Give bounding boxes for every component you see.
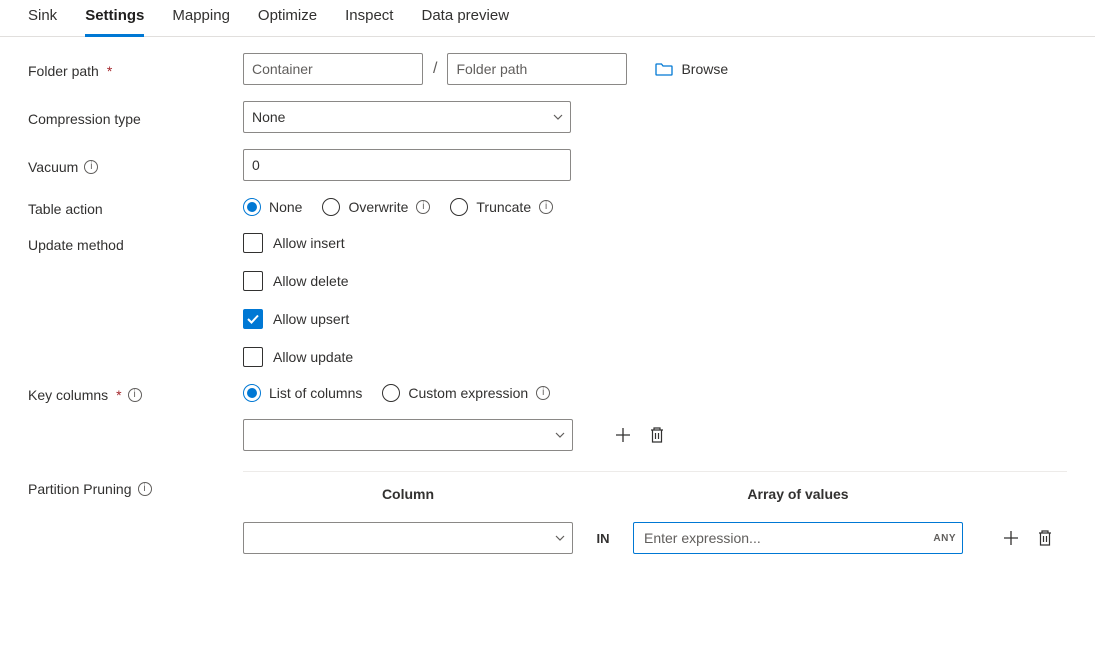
vacuum-input[interactable] [243, 149, 571, 181]
pruning-add-button[interactable] [1001, 528, 1021, 548]
checkbox-allow-update[interactable]: Allow update [243, 347, 353, 367]
pruning-delete-button[interactable] [1035, 528, 1055, 548]
pruning-expression-input[interactable]: Enter expression... ANY [633, 522, 963, 554]
info-icon[interactable]: i [138, 482, 152, 496]
form-area: Folder path* / Browse Compression type N… [0, 37, 1095, 574]
radio-key-columns-list[interactable]: List of columns [243, 384, 362, 402]
label-compression-type: Compression type [28, 107, 243, 127]
tab-settings[interactable]: Settings [85, 7, 144, 37]
tab-data-preview[interactable]: Data preview [421, 7, 509, 37]
radio-table-action-none[interactable]: None [243, 198, 302, 216]
info-icon[interactable]: i [536, 386, 550, 400]
key-columns-add-button[interactable] [613, 425, 633, 445]
checkbox-allow-upsert[interactable]: Allow upsert [243, 309, 353, 329]
compression-type-select[interactable]: None [243, 101, 571, 133]
tab-sink[interactable]: Sink [28, 7, 57, 37]
pruning-in-label: IN [573, 531, 633, 546]
container-input[interactable] [243, 53, 423, 85]
radio-table-action-truncate[interactable]: Truncate i [450, 198, 553, 216]
info-icon[interactable]: i [416, 200, 430, 214]
pruning-column-header: Column [243, 486, 573, 502]
chevron-down-icon [554, 532, 566, 544]
checkbox-allow-insert[interactable]: Allow insert [243, 233, 353, 253]
chevron-down-icon [552, 111, 564, 123]
tab-mapping[interactable]: Mapping [172, 7, 230, 37]
label-partition-pruning: Partition Pruning i [28, 467, 243, 497]
info-icon[interactable]: i [84, 160, 98, 174]
pruning-column-select[interactable] [243, 522, 573, 554]
tab-inspect[interactable]: Inspect [345, 7, 393, 37]
pruning-array-header: Array of values [633, 486, 963, 502]
label-vacuum: Vacuum i [28, 155, 243, 175]
tabs-bar: Sink Settings Mapping Optimize Inspect D… [0, 0, 1095, 37]
label-folder-path: Folder path* [28, 59, 243, 79]
path-separator: / [433, 60, 437, 78]
radio-table-action-overwrite[interactable]: Overwrite i [322, 198, 430, 216]
chevron-down-icon [554, 429, 566, 441]
info-icon[interactable]: i [539, 200, 553, 214]
checkbox-allow-delete[interactable]: Allow delete [243, 271, 353, 291]
label-key-columns: Key columns* i [28, 383, 243, 403]
folder-path-input[interactable] [447, 53, 627, 85]
radio-key-columns-custom[interactable]: Custom expression i [382, 384, 550, 402]
info-icon[interactable]: i [128, 388, 142, 402]
browse-button[interactable]: Browse [655, 61, 728, 77]
label-table-action: Table action [28, 197, 243, 217]
folder-icon [655, 62, 673, 76]
any-badge: ANY [933, 533, 956, 544]
key-columns-select[interactable] [243, 419, 573, 451]
label-update-method: Update method [28, 233, 243, 253]
tab-optimize[interactable]: Optimize [258, 7, 317, 37]
key-columns-delete-button[interactable] [647, 425, 667, 445]
